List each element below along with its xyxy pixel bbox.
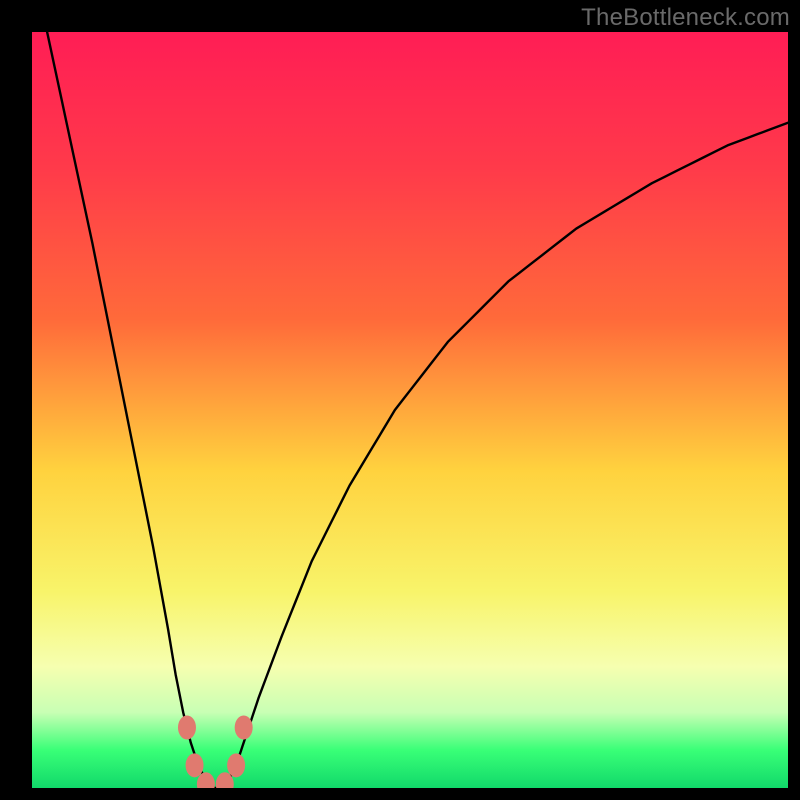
curve-marker	[197, 772, 215, 796]
curve-marker	[216, 772, 234, 796]
curve-marker	[227, 753, 245, 777]
curve-marker	[186, 753, 204, 777]
curve-marker	[178, 716, 196, 740]
curve-marker	[235, 716, 253, 740]
bottleneck-chart	[0, 0, 800, 800]
gradient-background	[32, 32, 788, 788]
chart-frame: TheBottleneck.com	[0, 0, 800, 800]
watermark-text: TheBottleneck.com	[581, 4, 790, 32]
